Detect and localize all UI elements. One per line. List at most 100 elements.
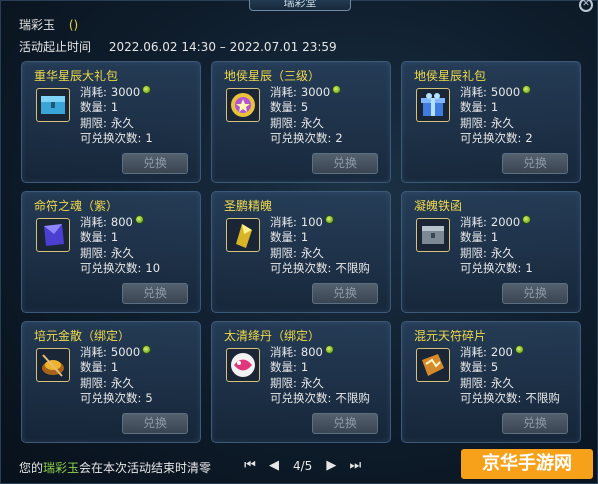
redeem-button[interactable]: 兑换 [122,153,188,174]
quantity-label: 数量: [270,360,297,375]
quantity-label: 数量: [460,360,487,375]
pagination: ⏮ ◀ 4/5 ▶ ⏭ [241,456,364,476]
gift-box-icon[interactable] [416,88,450,122]
redeem-button[interactable]: 兑换 [122,283,188,304]
first-page-icon[interactable]: ⏮ [241,457,259,475]
cost-label: 消耗: [80,215,107,229]
iron-box-icon[interactable] [416,218,450,252]
redeemable-value: 5 [145,391,153,406]
redeemable-row: 可兑换次数: 1 [460,261,533,276]
next-page-icon[interactable]: ▶ [322,457,340,475]
quantity-row: 数量: 1 [460,230,533,245]
duration-value: 永久 [300,115,324,130]
quantity-label: 数量: [80,100,107,115]
golden-powder-icon[interactable] [36,348,70,382]
duration-label: 期限: [270,115,297,130]
quantity-label: 数量: [270,100,297,115]
redeem-button[interactable]: 兑换 [312,283,378,304]
redeemable-label: 可兑换次数: [270,391,332,406]
cost-value: 5000 [110,345,141,359]
item-stats: 消耗: 800 数量: 1 期限: 永久 可兑换次数: 不限购 [270,345,370,407]
exchange-window: 瑞彩堂 ✕ 瑞彩玉 () 活动起止时间 2022.06.02 14:30 – 2… [0,0,598,484]
item-name: 培元金散（绑定） [34,329,131,343]
period-row: 活动起止时间 2022.06.02 14:30 – 2022.07.01 23:… [19,38,337,55]
cost-label: 消耗: [270,85,297,99]
redeemable-row: 可兑换次数: 1 [80,131,153,146]
item-stats: 消耗: 3000 数量: 5 期限: 永久 可兑换次数: 2 [270,85,343,147]
duration-row: 期限: 永久 [460,376,560,391]
item-name: 混元天符碎片 [414,329,487,343]
jade-coin-icon [332,85,342,94]
cost-label: 消耗: [460,85,487,99]
cost-row: 消耗: 2000 [460,215,533,230]
item-card: 地侯星辰（三级） 消耗: 3000 数量: 5 期限: 永久 可兑换次数: 2 … [211,61,391,183]
item-name: 太清绛丹（绑定） [224,329,321,343]
talisman-shard-icon[interactable] [416,348,450,382]
duration-value: 永久 [490,115,514,130]
duration-row: 期限: 永久 [460,246,533,261]
quantity-value: 5 [490,360,499,375]
redeem-button[interactable]: 兑换 [502,413,568,434]
item-card: 凝魄铁函 消耗: 2000 数量: 1 期限: 永久 可兑换次数: 1 兑换 [401,191,581,313]
jade-coin-icon [324,345,334,354]
cost-value: 800 [300,345,323,359]
purple-crystal-icon[interactable] [36,218,70,252]
quantity-value: 1 [110,360,119,375]
footer-note: 您的瑞彩玉会在本次活动结束时清零 [19,459,211,476]
jade-coin-icon [514,345,524,354]
redeemable-row: 可兑换次数: 2 [270,131,343,146]
cost-row: 消耗: 3000 [270,85,343,100]
redeem-button[interactable]: 兑换 [122,413,188,434]
period-value: 2022.06.02 14:30 – 2022.07.01 23:59 [108,40,337,54]
duration-value: 永久 [300,245,324,260]
redeem-button[interactable]: 兑换 [502,153,568,174]
jade-coin-icon [522,215,532,224]
item-name: 凝魄铁函 [414,199,463,213]
footer-note-highlight: 瑞彩玉 [43,461,80,475]
redeem-button[interactable]: 兑换 [312,413,378,434]
duration-label: 期限: [80,375,107,390]
last-page-icon[interactable]: ⏭ [346,457,364,475]
redeemable-value: 1 [525,261,533,276]
quantity-label: 数量: [460,230,487,245]
prev-page-icon[interactable]: ◀ [265,457,283,475]
watermark-logo: 京华手游网 [461,449,593,479]
redeemable-value: 1 [145,131,153,146]
blue-chest-icon[interactable] [36,88,70,122]
redeemable-value: 不限购 [335,391,370,406]
duration-row: 期限: 永久 [270,246,370,261]
cost-value: 3000 [300,85,331,99]
duration-row: 期限: 永久 [80,116,153,131]
duration-label: 期限: [460,115,487,130]
duration-label: 期限: [80,245,107,260]
item-name: 地侯星辰（三级） [224,69,321,83]
gold-gem-icon[interactable] [226,218,260,252]
quantity-value: 1 [300,230,309,245]
item-stats: 消耗: 100 数量: 1 期限: 永久 可兑换次数: 不限购 [270,215,370,277]
cost-value: 200 [490,345,513,359]
close-icon[interactable]: ✕ [579,0,593,12]
redeemable-value: 2 [335,131,343,146]
duration-row: 期限: 永久 [460,116,533,131]
footer-note-suffix: 会在本次活动结束时清零 [79,461,212,475]
redeem-button[interactable]: 兑换 [502,283,568,304]
currency-label: 瑞彩玉 [19,18,56,32]
period-label: 活动起止时间 [19,40,92,54]
item-name: 命符之魂（紫） [34,199,119,213]
currency-row: 瑞彩玉 () [19,16,78,33]
quantity-value: 1 [110,100,119,115]
cost-row: 消耗: 200 [460,345,560,360]
star-orb-icon[interactable] [226,88,260,122]
redeem-button[interactable]: 兑换 [312,153,378,174]
quantity-label: 数量: [460,100,487,115]
quantity-label: 数量: [80,230,107,245]
redeemable-value: 10 [145,261,161,276]
duration-label: 期限: [460,375,487,390]
redeemable-value: 2 [525,131,533,146]
currency-value: () [68,18,79,32]
item-card: 太清绛丹（绑定） 消耗: 800 数量: 1 期限: 永久 可兑换次数: 不限购… [211,321,391,443]
item-card: 重华星辰大礼包 消耗: 3000 数量: 1 期限: 永久 可兑换次数: 1 兑… [21,61,201,183]
footer-note-prefix: 您的 [19,461,44,475]
cost-label: 消耗: [460,345,487,359]
pill-icon[interactable] [226,348,260,382]
